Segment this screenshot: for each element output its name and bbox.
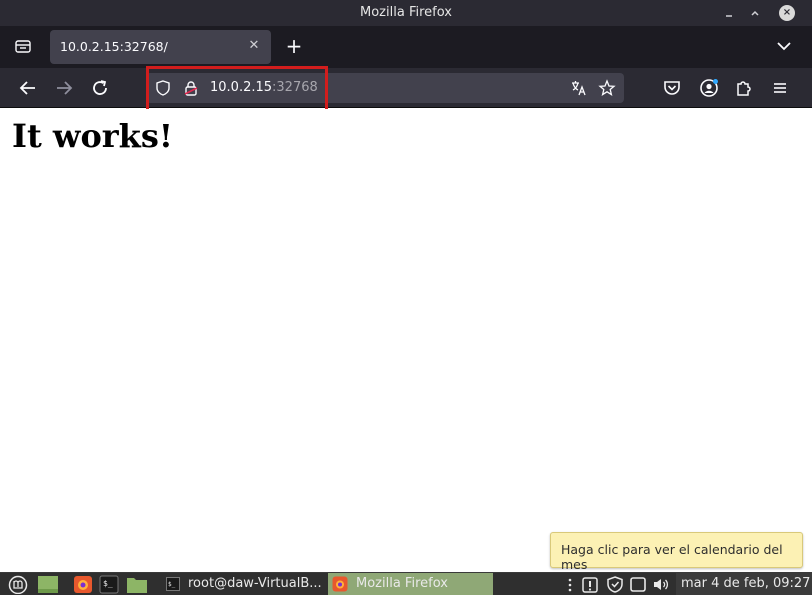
volume-icon[interactable] <box>651 575 671 594</box>
url-highlight-box <box>146 66 328 112</box>
calendar-tooltip: Haga clic para ver el calendario del mes <box>550 532 803 572</box>
menu-icon[interactable] <box>768 76 792 100</box>
close-tab-icon[interactable]: ✕ <box>245 37 263 55</box>
tab-active[interactable]: 10.0.2.15:32768/ ✕ <box>50 30 271 64</box>
show-desktop-icon[interactable] <box>37 575 58 594</box>
tab-bar: 10.0.2.15:32768/ ✕ + <box>0 26 812 68</box>
terminal-launcher-icon[interactable]: $_ <box>99 575 119 594</box>
new-tab-icon[interactable]: + <box>283 34 305 58</box>
tab-list-icon[interactable] <box>14 38 32 54</box>
reload-icon[interactable] <box>88 76 112 100</box>
account-icon[interactable] <box>697 76 721 100</box>
close-window-icon[interactable]: × <box>779 5 795 21</box>
page-content: It works! <box>0 109 812 570</box>
maximize-icon[interactable] <box>746 4 764 22</box>
taskbar-clock[interactable]: mar 4 de feb, 09:27 <box>676 573 812 595</box>
back-arrow-icon[interactable] <box>16 76 40 100</box>
taskbar-task-firefox[interactable]: Mozilla Firefox <box>328 573 493 595</box>
system-taskbar: $_ $_ root@daw-VirtualB... Mozilla Firef… <box>0 572 812 595</box>
translate-icon[interactable] <box>570 79 588 97</box>
taskbar-task-label: Mozilla Firefox <box>356 576 448 591</box>
page-heading: It works! <box>12 117 173 155</box>
clock-text: mar 4 de feb, 09:27 <box>681 576 811 591</box>
terminal-icon: $_ <box>166 577 180 591</box>
minimize-icon[interactable] <box>720 4 738 22</box>
bookmark-star-icon[interactable] <box>598 79 616 97</box>
window-titlebar: Mozilla Firefox × <box>0 0 812 26</box>
svg-text:$_: $_ <box>103 579 113 588</box>
network-icon[interactable] <box>628 575 648 594</box>
applet-handle-icon[interactable] <box>566 575 574 594</box>
navigation-toolbar: 10.0.2.15:32768 <box>0 68 812 108</box>
forward-arrow-icon[interactable] <box>52 76 76 100</box>
pocket-icon[interactable] <box>660 76 684 100</box>
chevron-down-icon[interactable] <box>774 36 794 56</box>
files-launcher-icon[interactable] <box>126 575 147 594</box>
network-shield-icon[interactable] <box>605 575 625 594</box>
taskbar-task-terminal[interactable]: $_ root@daw-VirtualB... <box>160 573 326 595</box>
tab-title: 10.0.2.15:32768/ <box>60 39 168 54</box>
extensions-icon[interactable] <box>732 76 756 100</box>
mint-menu-icon[interactable] <box>8 575 28 595</box>
window-title: Mozilla Firefox <box>360 5 452 20</box>
svg-text:$_: $_ <box>168 581 176 588</box>
firefox-launcher-icon[interactable] <box>73 575 93 594</box>
firefox-icon <box>332 576 348 592</box>
taskbar-task-label: root@daw-VirtualB... <box>188 576 322 591</box>
update-manager-icon[interactable] <box>580 575 600 594</box>
